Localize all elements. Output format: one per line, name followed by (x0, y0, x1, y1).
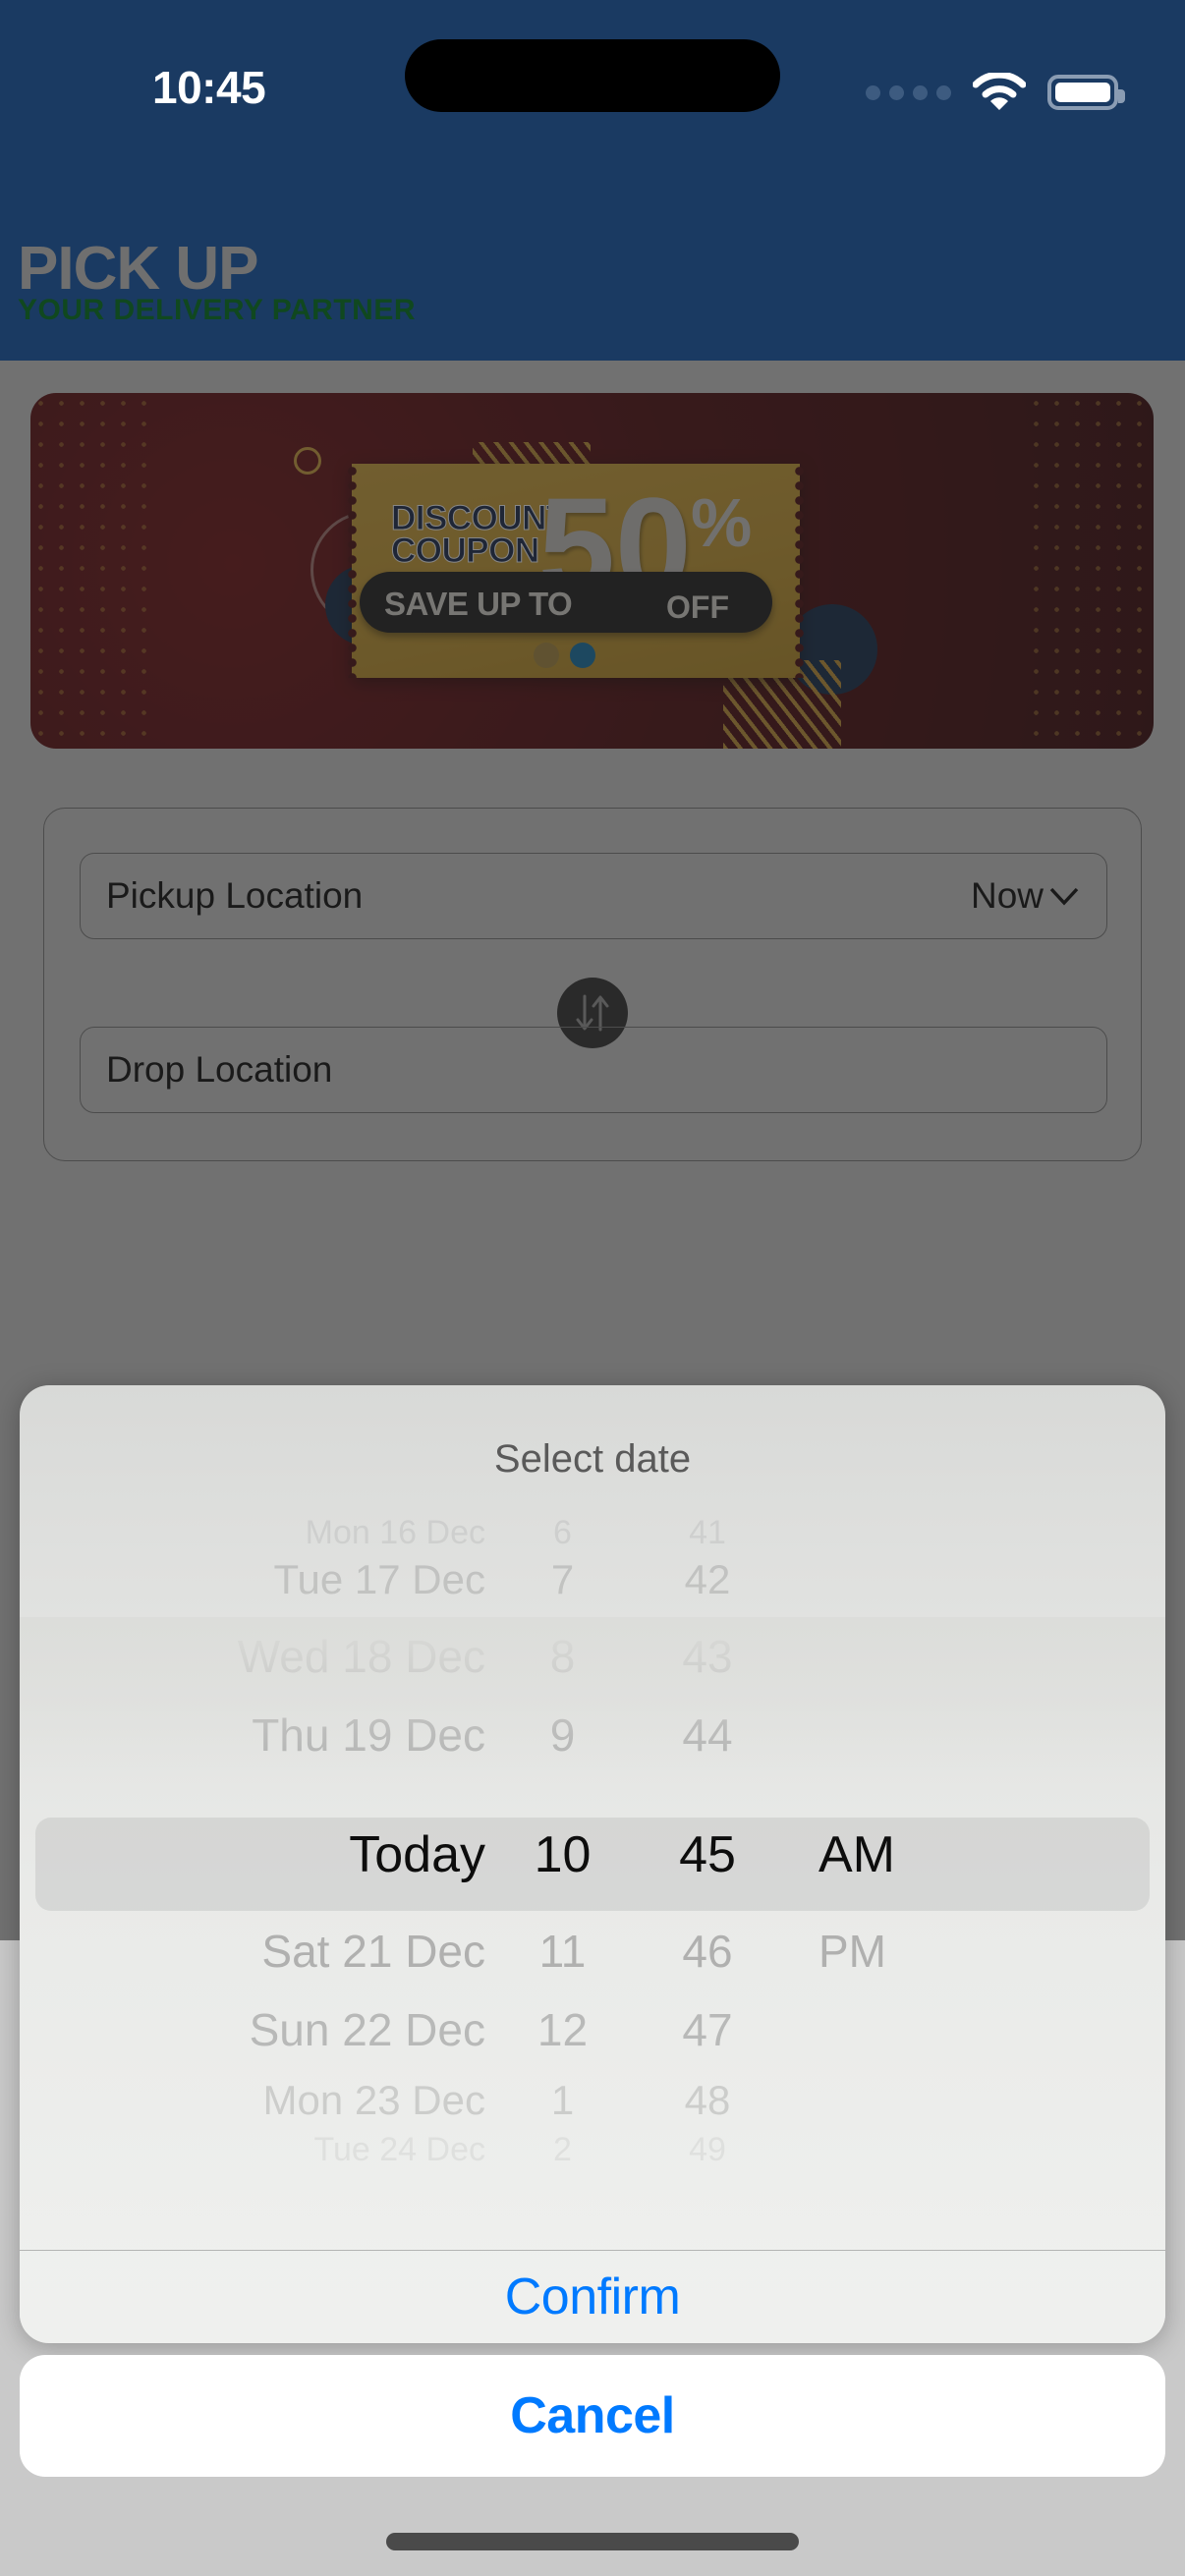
wheel-date-cell: Tue 17 Dec (273, 1556, 485, 1602)
confirm-button[interactable]: Confirm (20, 2251, 1165, 2343)
dynamic-island (405, 39, 780, 112)
wheel-minute-cell: 46 (682, 1926, 733, 1977)
date-time-wheel[interactable]: Mon 16 Dec 6 41 Tue 17 Dec 7 42 Wed 18 D… (20, 1501, 1165, 2332)
wheel-hour-cell: 9 (549, 1709, 576, 1761)
wheel-row[interactable]: Wed 18 Dec 8 43 (20, 1617, 1165, 1696)
wheel-minute-cell: 42 (684, 1556, 731, 1602)
app-logo: PICK UP YOUR DELIVERY PARTNER (18, 239, 416, 327)
wheel-hour-cell: 12 (536, 2004, 589, 2055)
wheel-minute-cell: 45 (679, 1826, 736, 1883)
wheel-date-cell: Sat 21 Dec (261, 1926, 485, 1977)
wheel-date-cell: Wed 18 Dec (237, 1631, 485, 1682)
wheel-meridiem-cell: PM (818, 1926, 886, 1977)
date-picker-title: Select date (493, 1437, 692, 1481)
wheel-minute-cell: 44 (682, 1709, 733, 1761)
wheel-meridiem-cell: AM (818, 1826, 895, 1883)
wheel-hour-cell: 7 (550, 1556, 575, 1602)
wheel-row[interactable]: Sun 22 Dec 12 47 (20, 1990, 1165, 2069)
status-bar-indicators (866, 71, 1125, 112)
wheel-minute-cell: 43 (682, 1631, 733, 1682)
wheel-row-selected[interactable]: Today 10 45 AM (20, 1816, 1165, 1894)
wheel-minute-cell: 49 (689, 2130, 726, 2168)
wifi-icon (972, 71, 1027, 112)
status-bar-time: 10:45 (152, 62, 266, 113)
wheel-row[interactable]: Sat 21 Dec 11 46 PM (20, 1912, 1165, 1990)
wheel-minute-cell: 47 (682, 2004, 733, 2055)
phone-screen: 10:45 PICK UP YOUR DELIVERY PARTNER Sele… (0, 0, 1185, 2576)
wheel-hour-cell: 10 (534, 1826, 592, 1883)
wheel-hour-cell: 8 (549, 1631, 576, 1682)
cancel-button[interactable]: Cancel (20, 2355, 1165, 2477)
wheel-date-cell: Today (349, 1826, 485, 1883)
signal-dots-icon (866, 84, 951, 100)
status-bar: 10:45 PICK UP YOUR DELIVERY PARTNER (0, 0, 1185, 361)
wheel-date-cell: Tue 24 Dec (313, 2130, 486, 2168)
wheel-row[interactable]: Tue 17 Dec 7 42 (20, 1540, 1165, 1619)
wheel-date-cell: Thu 19 Dec (252, 1709, 485, 1761)
wheel-hour-cell: 2 (553, 2130, 572, 2168)
wheel-row[interactable]: Thu 19 Dec 9 44 (20, 1696, 1165, 1774)
wheel-row[interactable]: Tue 24 Dec 2 49 (20, 2110, 1165, 2189)
brand-tagline: YOUR DELIVERY PARTNER (18, 294, 416, 326)
home-indicator (386, 2533, 799, 2550)
battery-full-icon (1047, 75, 1125, 110)
wheel-hour-cell: 11 (538, 1926, 587, 1977)
brand-title: PICK UP (18, 235, 258, 303)
date-picker-dialog: Select date Mon 16 Dec 6 41 Tue 17 Dec 7… (20, 1385, 1165, 2343)
wheel-date-cell: Sun 22 Dec (249, 2004, 485, 2055)
